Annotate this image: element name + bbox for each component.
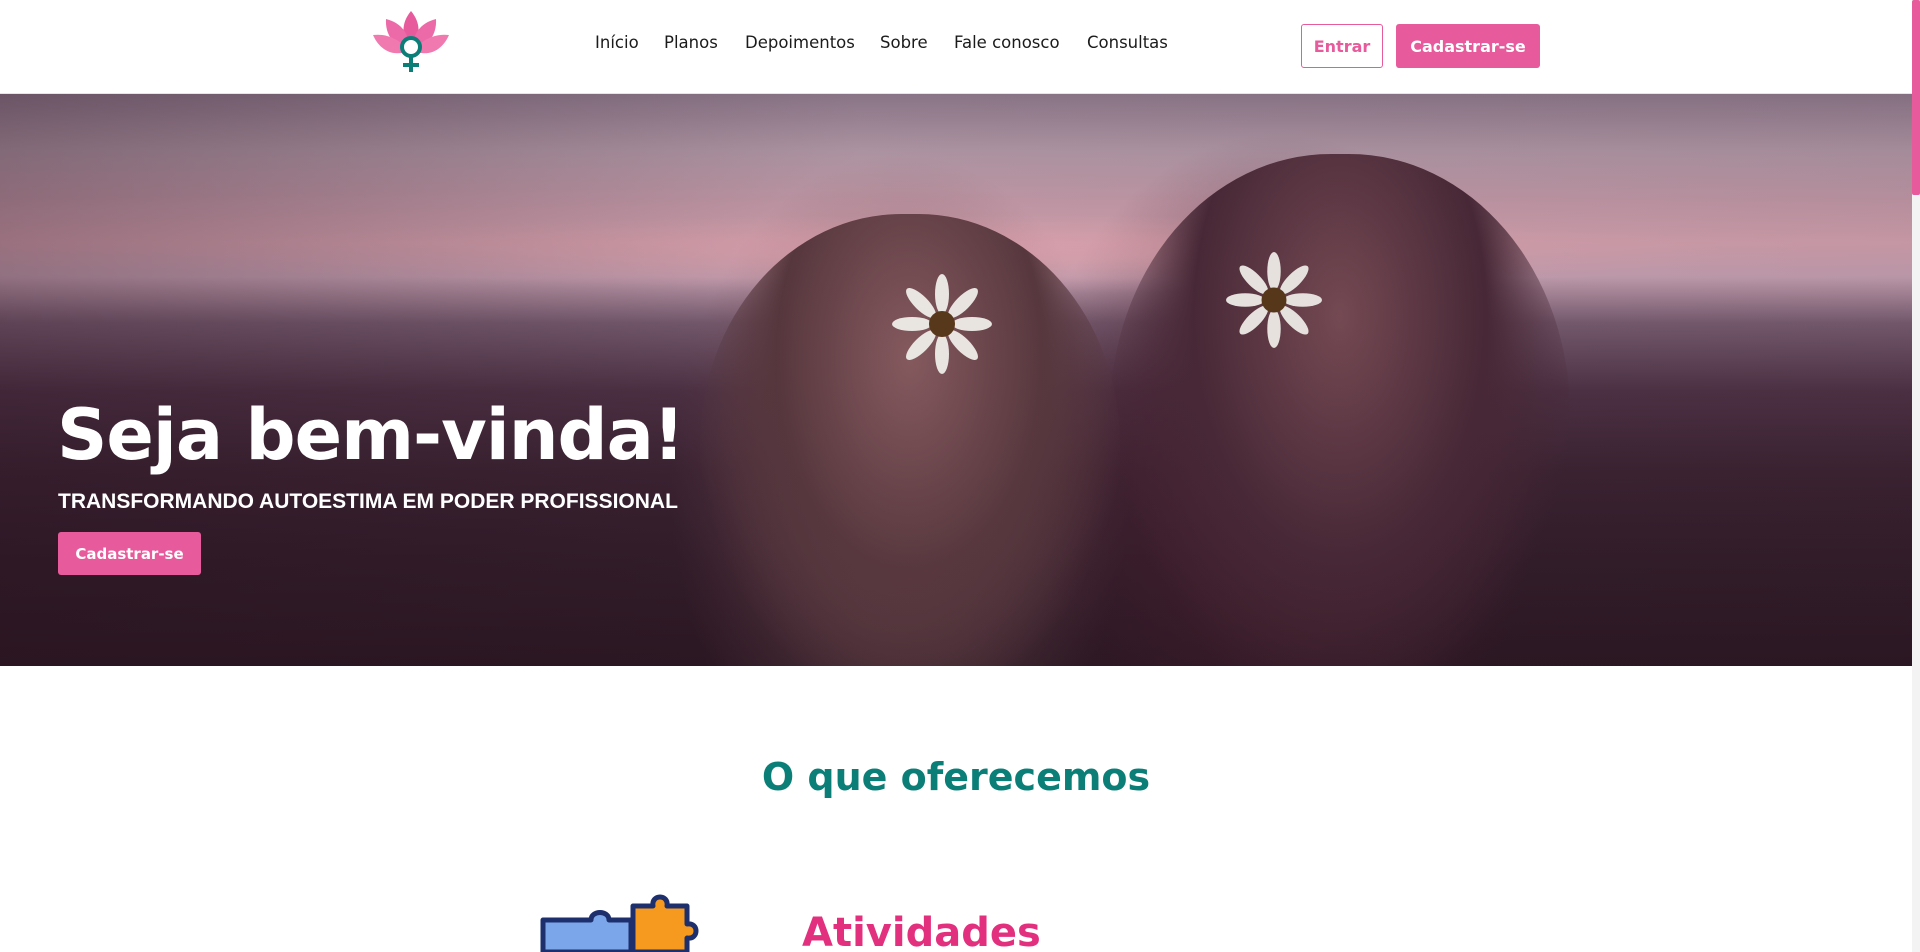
hero-subtitle: TRANSFORMANDO AUTOESTIMA EM PODER PROFIS… bbox=[58, 490, 678, 513]
lotus-female-symbol-icon[interactable] bbox=[372, 9, 450, 77]
nav-consultas[interactable]: Consultas bbox=[1087, 33, 1168, 52]
hero-signup-button[interactable]: Cadastrar-se bbox=[58, 532, 201, 575]
nav-fale-conosco[interactable]: Fale conosco bbox=[954, 33, 1060, 52]
nav-planos[interactable]: Planos bbox=[664, 33, 718, 52]
offering-title-atividades: Atividades bbox=[802, 910, 1041, 952]
signup-button[interactable]: Cadastrar-se bbox=[1396, 24, 1540, 68]
nav-depoimentos[interactable]: Depoimentos bbox=[745, 33, 855, 52]
nav-sobre[interactable]: Sobre bbox=[880, 33, 928, 52]
section-title: O que oferecemos bbox=[761, 755, 1151, 799]
hero-overlay bbox=[0, 94, 1912, 666]
nav-inicio[interactable]: Início bbox=[595, 33, 639, 52]
hero-banner: Seja bem-vinda! TRANSFORMANDO AUTOESTIMA… bbox=[0, 94, 1912, 666]
scrollbar-thumb[interactable] bbox=[1912, 0, 1920, 195]
hero-title: Seja bem-vinda! bbox=[57, 394, 685, 476]
login-button[interactable]: Entrar bbox=[1301, 24, 1383, 68]
site-header: Início Planos Depoimentos Sobre Fale con… bbox=[0, 0, 1912, 94]
puzzle-pieces-icon bbox=[533, 890, 705, 952]
